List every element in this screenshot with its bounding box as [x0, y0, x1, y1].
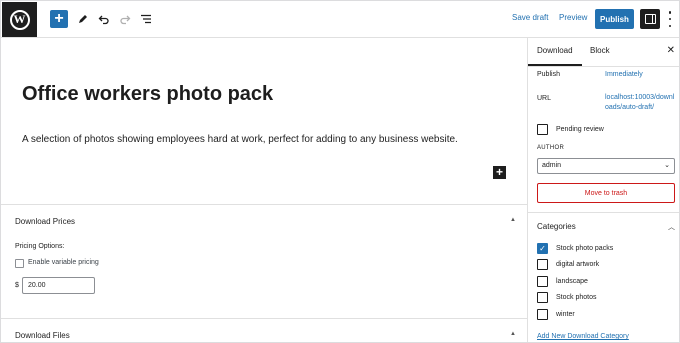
settings-toggle-button[interactable]: [640, 9, 660, 29]
pending-review-label[interactable]: Pending review: [556, 126, 604, 133]
settings-sidebar: Download Block ✕ Publish Immediately URL…: [527, 38, 679, 342]
kebab-dot-icon: [668, 17, 672, 21]
post-title[interactable]: Office workers photo pack: [22, 83, 273, 106]
tab-block[interactable]: Block: [590, 46, 610, 55]
save-draft-button[interactable]: Save draft: [512, 13, 548, 22]
kebab-dot-icon: [668, 11, 672, 14]
category-label[interactable]: Stock photo packs: [556, 245, 613, 252]
close-icon[interactable]: ✕: [667, 45, 675, 56]
pending-review-checkbox[interactable]: [537, 124, 548, 135]
undo-icon: [98, 15, 109, 25]
top-toolbar: W + Save draft Preview Publish: [1, 1, 679, 38]
edit-tools-button[interactable]: [74, 10, 92, 28]
publish-button[interactable]: Publish: [595, 9, 634, 29]
add-new-category-link[interactable]: Add New Download Category: [537, 333, 629, 340]
editor-window: W + Save draft Preview Publish Office wo…: [0, 0, 680, 343]
variable-pricing-label[interactable]: Enable variable pricing: [28, 259, 99, 266]
kebab-dot-icon: [668, 24, 672, 27]
collapse-arrow-icon[interactable]: ▲: [510, 217, 516, 223]
document-overview-button[interactable]: [137, 10, 155, 28]
wordpress-logo-icon: W: [9, 9, 30, 30]
category-label[interactable]: winter: [556, 311, 575, 318]
options-menu-button[interactable]: [667, 11, 673, 27]
category-checkbox[interactable]: [537, 309, 548, 320]
category-checkbox[interactable]: ✓: [537, 243, 548, 254]
list-view-icon: [141, 14, 151, 24]
currency-symbol: $: [15, 282, 19, 289]
redo-button[interactable]: [116, 10, 134, 28]
category-checkbox[interactable]: [537, 276, 548, 287]
undo-button[interactable]: [95, 10, 113, 28]
collapse-arrow-icon[interactable]: ▲: [510, 331, 516, 337]
url-label: URL: [537, 95, 552, 102]
move-to-trash-button[interactable]: Move to trash: [537, 183, 675, 203]
pricing-options-label: Pricing Options:: [15, 243, 65, 250]
metabox-title[interactable]: Download Prices: [15, 217, 75, 226]
divider: [528, 66, 679, 67]
preview-button[interactable]: Preview: [559, 13, 587, 22]
paragraph-block[interactable]: A selection of photos showing employees …: [22, 134, 458, 145]
block-inserter-button[interactable]: +: [493, 166, 506, 179]
category-label[interactable]: Stock photos: [556, 294, 596, 301]
pencil-icon: [79, 15, 87, 23]
add-block-button[interactable]: +: [50, 10, 68, 28]
chevron-down-icon: ⌄: [664, 162, 670, 169]
tab-download[interactable]: Download: [537, 46, 573, 55]
category-checkbox[interactable]: [537, 292, 548, 303]
download-files-metabox: Download Files ▲: [1, 318, 527, 342]
category-label[interactable]: landscape: [556, 278, 588, 285]
author-select[interactable]: admin ⌄: [537, 158, 675, 174]
price-input[interactable]: [22, 277, 95, 294]
publish-label: Publish: [537, 71, 560, 78]
author-label: AUTHOR: [537, 145, 565, 151]
wordpress-logo-button[interactable]: W: [2, 2, 37, 37]
url-link[interactable]: localhost:10003/downloads/auto-draft/: [605, 93, 677, 113]
categories-panel-title[interactable]: Categories: [537, 222, 576, 231]
publish-date-link[interactable]: Immediately: [605, 71, 643, 78]
metabox-title[interactable]: Download Files: [15, 331, 70, 340]
editor-canvas: Office workers photo pack A selection of…: [1, 38, 527, 342]
chevron-up-icon[interactable]: ︿: [668, 222, 675, 232]
divider: [528, 212, 679, 213]
variable-pricing-checkbox[interactable]: [15, 259, 24, 268]
author-value: admin: [542, 162, 562, 169]
sidebar-icon: [644, 14, 656, 24]
download-prices-metabox: Download Prices ▲ Pricing Options: Enabl…: [1, 204, 527, 318]
category-label[interactable]: digital artwork: [556, 261, 599, 268]
redo-icon: [120, 15, 131, 25]
category-checkbox[interactable]: [537, 259, 548, 270]
